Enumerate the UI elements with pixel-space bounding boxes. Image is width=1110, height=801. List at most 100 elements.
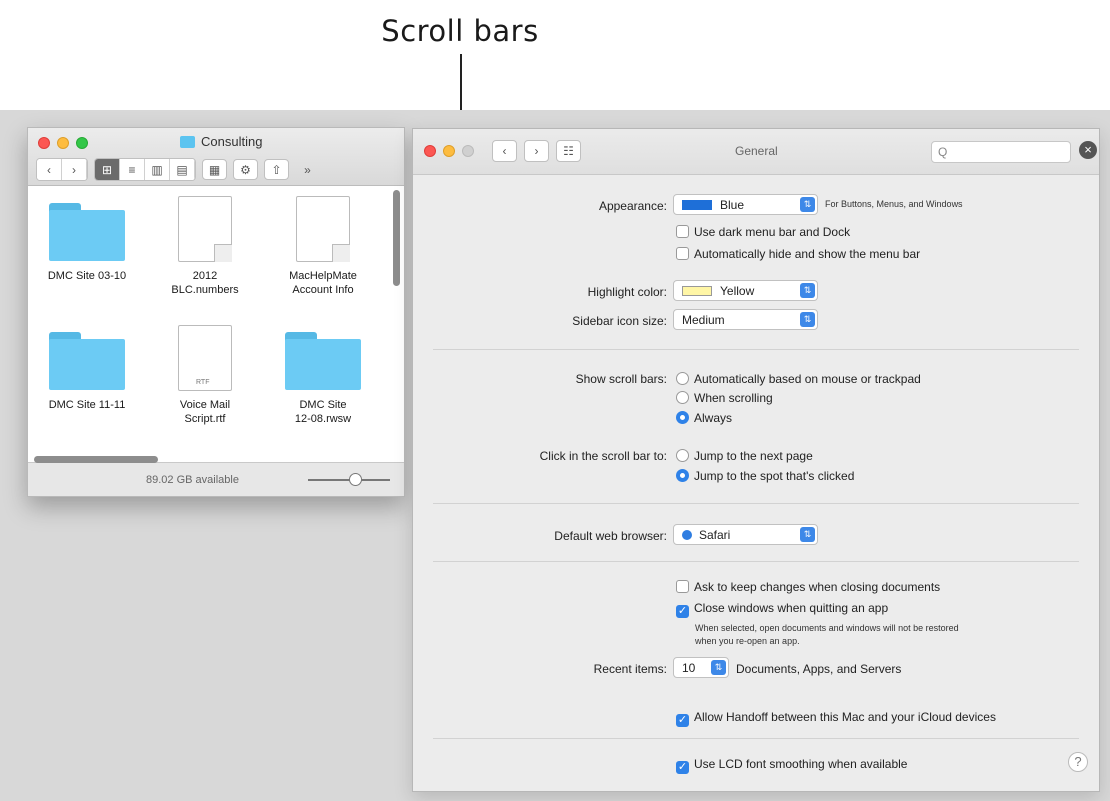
finder-toolbar: ‹ › ⊞ ≡ ▥ ▤ ▦ ⚙ ⇧ » xyxy=(36,158,320,181)
section-divider xyxy=(433,503,1079,504)
finder-item[interactable]: DMC Site 03-10 xyxy=(28,203,146,283)
click-option-label: Jump to the spot that's clicked xyxy=(694,469,855,483)
appearance-note: For Buttons, Menus, and Windows xyxy=(825,199,963,209)
handoff-row[interactable]: ✓ Allow Handoff between this Mac and your… xyxy=(676,710,996,727)
rtf-badge: RTF xyxy=(196,379,210,386)
forward-button[interactable]: › xyxy=(62,159,87,180)
scroll-when-radio[interactable] xyxy=(676,391,689,404)
vertical-scrollbar[interactable] xyxy=(393,190,400,286)
finder-item[interactable]: DMC Site 12-08.rwsw xyxy=(264,332,382,426)
icon-view-button[interactable]: ⊞ xyxy=(95,159,120,180)
popup-arrow-icon: ⇅ xyxy=(711,660,726,675)
click-option[interactable]: Jump to the spot that's clicked xyxy=(676,469,854,483)
scroll-option[interactable]: When scrolling xyxy=(676,391,773,405)
appearance-label: Appearance: xyxy=(598,199,667,213)
finder-status-bar: 89.02 GB available xyxy=(28,462,404,496)
share-button[interactable]: ⇧ xyxy=(264,159,289,180)
traffic-lights xyxy=(424,145,474,157)
action-button[interactable]: ⚙ xyxy=(233,159,258,180)
ask-keep-checkbox[interactable] xyxy=(676,580,689,593)
general-title: General xyxy=(735,144,778,158)
click-option[interactable]: Jump to the next page xyxy=(676,449,813,463)
appearance-popup[interactable]: Blue ⇅ xyxy=(673,194,818,215)
auto-hide-checkbox[interactable] xyxy=(676,247,689,260)
close-note-1: When selected, open documents and window… xyxy=(695,623,959,633)
finder-window: Consulting ‹ › ⊞ ≡ ▥ ▤ ▦ ⚙ ⇧ » DMC Site … xyxy=(27,127,405,497)
close-note-2: when you re-open an app. xyxy=(695,636,800,646)
highlight-popup[interactable]: Yellow ⇅ xyxy=(673,280,818,301)
list-view-button[interactable]: ≡ xyxy=(120,159,145,180)
browser-popup[interactable]: Safari ⇅ xyxy=(673,524,818,545)
finder-titlebar: Consulting ‹ › ⊞ ≡ ▥ ▤ ▦ ⚙ ⇧ » xyxy=(28,128,404,186)
recent-popup[interactable]: 10 ⇅ xyxy=(673,657,729,678)
group-button[interactable]: ▦ xyxy=(202,159,227,180)
handoff-label: Allow Handoff between this Mac and your … xyxy=(694,710,996,724)
scroll-option[interactable]: Always xyxy=(676,411,732,425)
scroll-auto-radio[interactable] xyxy=(676,372,689,385)
forward-icon: › xyxy=(72,162,76,177)
page-fold-icon xyxy=(332,244,350,262)
scroll-option[interactable]: Automatically based on mouse or trackpad xyxy=(676,372,921,386)
highlight-label: Highlight color: xyxy=(587,285,667,299)
zoom-button[interactable] xyxy=(462,145,474,157)
dark-menu-checkbox[interactable] xyxy=(676,225,689,238)
lcd-checkbox[interactable]: ✓ xyxy=(676,761,689,774)
recent-value: 10 xyxy=(682,660,696,675)
section-divider xyxy=(433,349,1079,350)
rtf-document-icon: RTF xyxy=(178,325,232,391)
popup-arrow-icon: ⇅ xyxy=(800,197,815,212)
view-mode-group: ⊞ ≡ ▥ ▤ xyxy=(94,158,196,181)
more-button[interactable]: » xyxy=(295,159,320,180)
lcd-label: Use LCD font smoothing when available xyxy=(694,757,908,771)
gear-icon: ⚙ xyxy=(240,162,251,177)
column-view-button[interactable]: ▥ xyxy=(145,159,170,180)
zoom-button[interactable] xyxy=(76,137,88,149)
more-icon: » xyxy=(304,162,311,177)
close-windows-row[interactable]: ✓ Close windows when quitting an app xyxy=(676,601,888,618)
auto-hide-row[interactable]: Automatically hide and show the menu bar xyxy=(676,247,920,261)
click-scroll-label: Click in the scroll bar to: xyxy=(539,449,667,463)
browser-value: Safari xyxy=(699,527,731,542)
icon-size-slider-knob[interactable] xyxy=(349,473,362,486)
handoff-checkbox[interactable]: ✓ xyxy=(676,714,689,727)
minimize-button[interactable] xyxy=(443,145,455,157)
grid-icon: ☷ xyxy=(563,144,574,158)
clear-search-button[interactable]: × xyxy=(1079,141,1097,159)
back-button[interactable]: ‹ xyxy=(37,159,62,180)
ask-keep-row[interactable]: Ask to keep changes when closing documen… xyxy=(676,580,940,594)
back-button[interactable]: ‹ xyxy=(492,140,517,162)
help-button[interactable]: ? xyxy=(1068,752,1088,772)
folder-icon xyxy=(49,332,125,390)
browser-label: Default web browser: xyxy=(554,529,667,543)
minimize-button[interactable] xyxy=(57,137,69,149)
lcd-row[interactable]: ✓ Use LCD font smoothing when available xyxy=(676,757,907,774)
next-page-radio[interactable] xyxy=(676,449,689,462)
spot-clicked-radio[interactable] xyxy=(676,469,689,482)
auto-hide-label: Automatically hide and show the menu bar xyxy=(694,247,921,261)
search-field[interactable]: Q xyxy=(931,141,1071,163)
finder-item[interactable]: DMC Site 11-11 xyxy=(28,332,146,412)
forward-button[interactable]: › xyxy=(524,140,549,162)
sidebar-popup[interactable]: Medium ⇅ xyxy=(673,309,818,330)
close-button[interactable] xyxy=(424,145,436,157)
sidebar-value: Medium xyxy=(682,312,725,327)
finder-item[interactable]: 2012 BLC.numbers xyxy=(146,196,264,297)
show-all-button[interactable]: ☷ xyxy=(556,140,581,162)
dark-menu-row[interactable]: Use dark menu bar and Dock xyxy=(676,225,850,239)
scroll-always-radio[interactable] xyxy=(676,411,689,424)
available-space: 89.02 GB available xyxy=(146,474,239,486)
finder-item[interactable]: RTF Voice Mail Script.rtf xyxy=(146,325,264,426)
finder-item[interactable]: MacHelpMate Account Info xyxy=(264,196,382,297)
back-forward-group: ‹ › xyxy=(36,158,88,181)
general-titlebar: ‹ › ☷ General Q × xyxy=(413,129,1099,175)
forward-icon: › xyxy=(534,144,539,158)
close-windows-checkbox[interactable]: ✓ xyxy=(676,605,689,618)
recent-label: Recent items: xyxy=(593,662,667,676)
general-preferences-window: ‹ › ☷ General Q × Appearance: Blue ⇅ For … xyxy=(412,128,1100,792)
safari-icon xyxy=(682,529,692,540)
gallery-view-button[interactable]: ▤ xyxy=(170,159,195,180)
horizontal-scrollbar[interactable] xyxy=(34,456,158,463)
close-button[interactable] xyxy=(38,137,50,149)
column-view-icon: ▥ xyxy=(151,162,163,177)
recent-note: Documents, Apps, and Servers xyxy=(736,662,902,676)
